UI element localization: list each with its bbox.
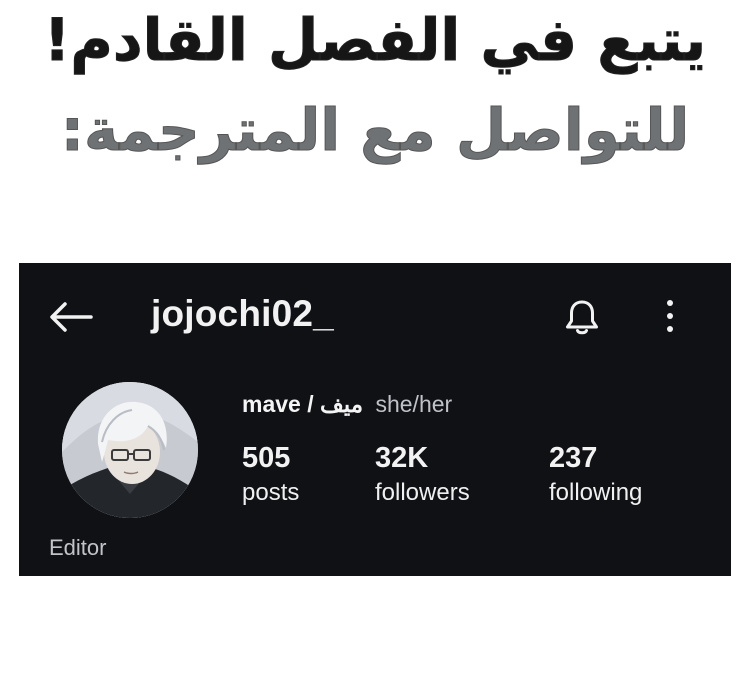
back-arrow-icon[interactable] <box>49 301 93 333</box>
followers-count: 32K <box>375 442 429 474</box>
more-vertical-icon[interactable] <box>659 299 681 333</box>
avatar-image <box>62 382 198 518</box>
posts-label: posts <box>242 479 300 506</box>
banner: يتبع في الفصل القادم! للتواصل مع المترجم… <box>0 0 750 250</box>
profile-category: Editor <box>49 535 107 560</box>
banner-title: يتبع في الفصل القادم! <box>43 6 707 75</box>
following-label: following <box>549 479 643 506</box>
banner-subtitle: للتواصل مع المترجمة: <box>60 96 690 165</box>
profile-username: jojochi02_ <box>151 293 334 334</box>
following-count: 237 <box>549 442 598 474</box>
bell-icon[interactable] <box>562 297 602 337</box>
profile-name-row: mave / ميف she/her <box>242 391 452 418</box>
avatar[interactable] <box>62 382 198 518</box>
posts-count: 505 <box>242 442 291 474</box>
posts-stat[interactable]: 505 posts <box>242 441 299 511</box>
profile-card: jojochi02_ mave / ميف she/her 505 posts … <box>19 263 731 576</box>
profile-pronouns: she/her <box>375 391 453 417</box>
profile-display-name: mave / ميف <box>242 391 364 417</box>
followers-stat[interactable]: 32K followers <box>375 441 470 511</box>
following-stat[interactable]: 237 following <box>549 441 642 511</box>
followers-label: followers <box>375 479 470 506</box>
